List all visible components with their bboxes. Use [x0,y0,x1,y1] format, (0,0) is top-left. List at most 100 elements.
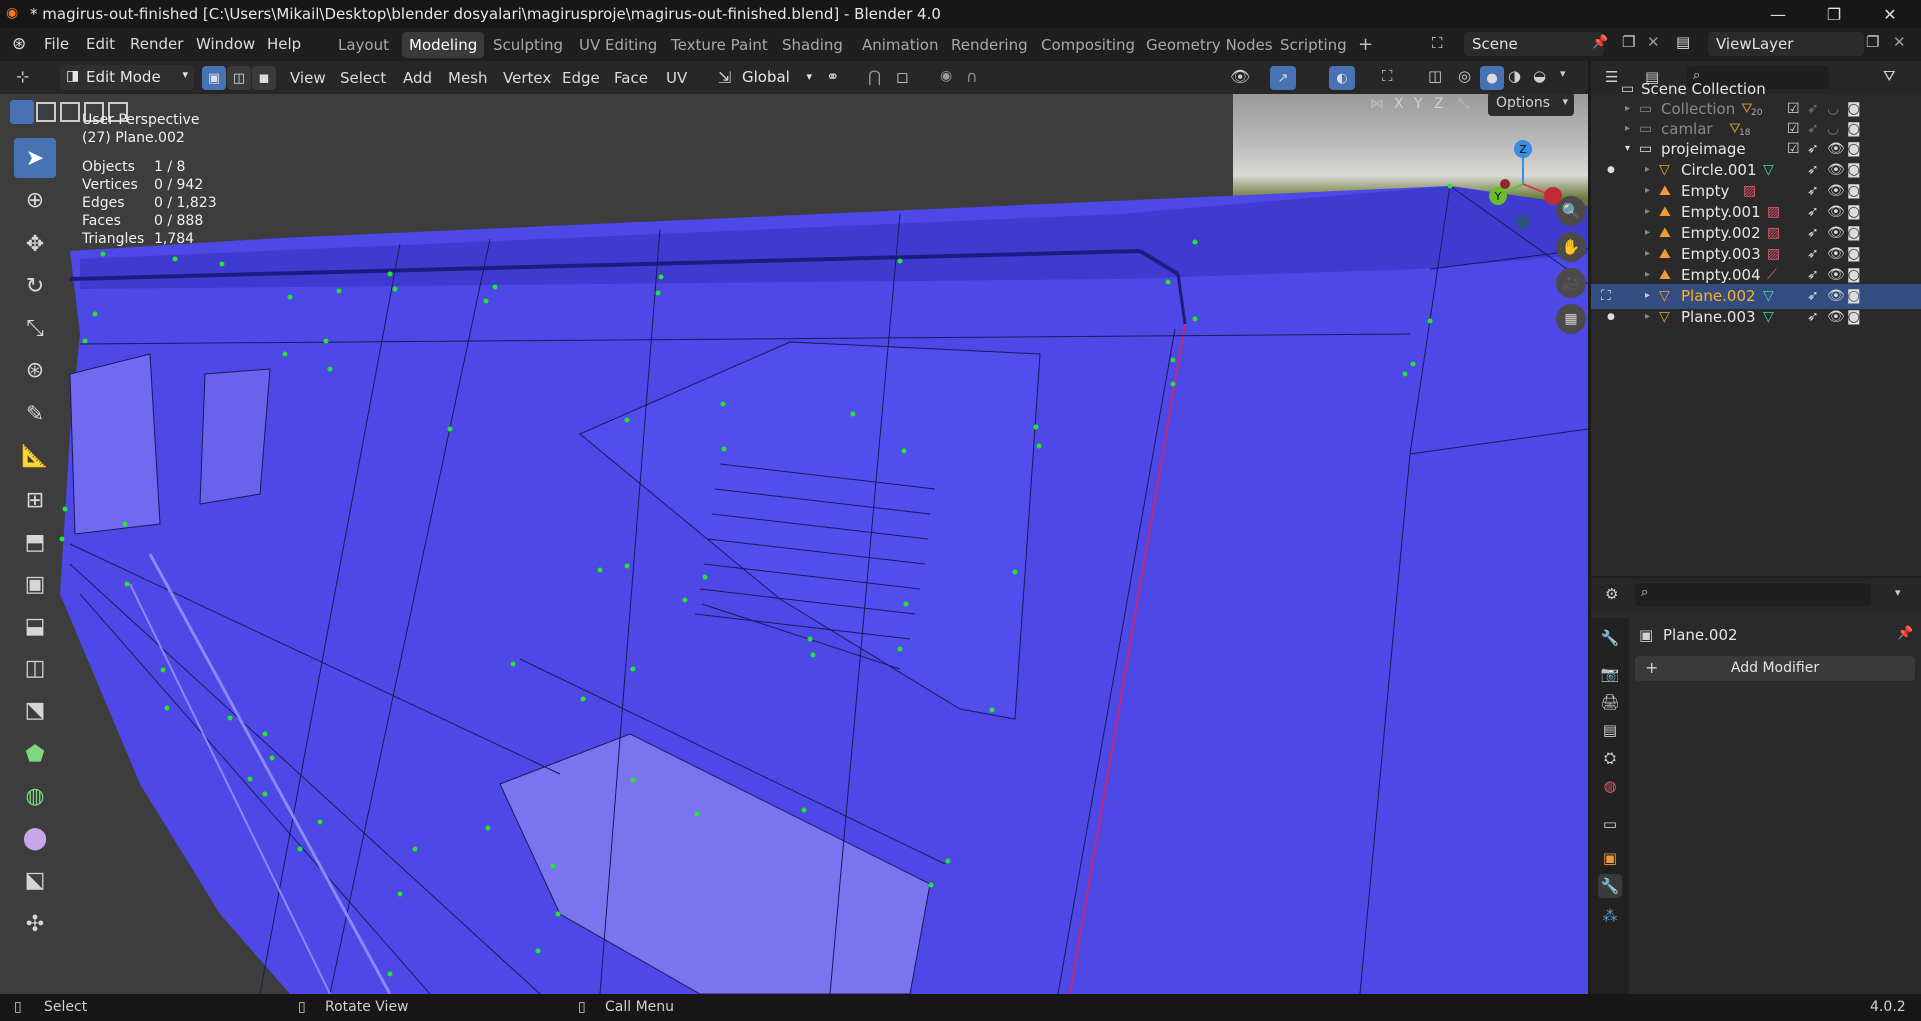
eye-icon[interactable]: 👁 [1827,162,1845,178]
extrude-tool[interactable]: ⬒ [14,522,56,562]
inset-tool[interactable]: ▣ [14,564,56,604]
checkbox-icon[interactable]: ☑ [1787,121,1800,137]
proportional-editing-icon[interactable]: ◉ [940,68,952,84]
snap-target-icon[interactable]: ◻ [896,68,908,86]
expand-arrow-icon[interactable]: ▸ [1645,269,1650,280]
loop-cut-tool[interactable]: ◫ [14,648,56,688]
properties-search-input[interactable]: ⌕ [1635,583,1871,606]
menu-help[interactable]: Help [267,35,301,53]
tab-modifiers[interactable]: 🔧 [1598,874,1622,898]
expand-arrow-icon[interactable]: ▸ [1645,206,1650,217]
scale-tool[interactable]: ⤡ [14,308,56,348]
camera-icon[interactable]: ◙ [1847,288,1861,304]
measure-tool[interactable]: 📐 [14,436,56,476]
overlays-toggle-button[interactable]: ◐ [1329,66,1355,90]
selectable-icon[interactable]: ➶ [1807,162,1819,178]
wireframe-shading-icon[interactable]: ◎ [1458,67,1471,85]
mirror-x-toggle[interactable]: X [1394,96,1404,112]
tab-shading[interactable]: Shading [775,32,850,58]
pin-icon[interactable]: 📌 [1897,626,1913,641]
tab-geometry-nodes[interactable]: Geometry Nodes [1139,32,1280,58]
new-view-layer-icon[interactable]: ❐ [1866,33,1879,51]
tab-animation[interactable]: Animation [855,32,945,58]
knife-tool[interactable]: ⬔ [14,690,56,730]
chevron-down-icon[interactable]: ▾ [1895,586,1901,599]
tab-rendering[interactable]: Rendering [944,32,1035,58]
eye-closed-icon[interactable]: ◡ [1827,121,1839,137]
eye-icon[interactable]: 👁 [1827,309,1845,325]
tab-sculpting[interactable]: Sculpting [486,32,570,58]
expand-arrow-icon[interactable]: ▸ [1645,311,1650,322]
move-tool[interactable]: ✥ [14,224,56,264]
menu-view[interactable]: View [290,69,326,87]
eye-icon[interactable]: 👁 [1827,267,1845,283]
scene-name-field[interactable]: Scene [1464,32,1604,56]
camera-icon[interactable]: ◙ [1847,141,1861,157]
outliner-row-plane-003[interactable]: ● ▸ ▽ Plane.003 ▽ ➶ 👁 ◙ [1591,305,1921,330]
view-layer-field[interactable]: ViewLayer [1708,32,1864,56]
cursor-tool[interactable]: ⊕ [14,180,56,220]
gizmo-toggle-button[interactable]: ↗ [1270,66,1296,90]
solid-shading-button[interactable]: ● [1480,66,1504,90]
snap-icon[interactable]: ⋂ [868,67,881,86]
add-modifier-button[interactable]: + Add Modifier [1635,656,1915,681]
mesh-edit-overlay-icon[interactable]: ⛶ [1382,67,1393,85]
select-box-tool[interactable]: ➤ [14,138,56,178]
eye-icon[interactable]: 👁 [1827,204,1845,220]
menu-vertex[interactable]: Vertex [503,69,551,87]
selectable-icon[interactable]: ➶ [1807,121,1819,137]
tab-texture-paint[interactable]: Texture Paint [664,32,775,58]
material-shading-icon[interactable]: ◑ [1508,67,1521,85]
menu-uv[interactable]: UV [666,69,687,87]
tab-view-layer[interactable]: ▤ [1598,718,1622,742]
mode-dropdown[interactable]: ◨ Edit Mode ▾ [60,65,194,90]
selectable-icon[interactable]: ➶ [1807,204,1819,220]
face-select-button[interactable]: ◼ [252,66,276,90]
menu-file[interactable]: File [44,35,69,53]
eye-closed-icon[interactable]: ◡ [1827,101,1839,117]
add-cube-tool[interactable]: ⊞ [14,480,56,520]
tab-output[interactable]: 🖨 [1598,690,1622,714]
perspective-toggle-button[interactable]: ▦ [1556,304,1586,334]
camera-view-button[interactable]: 🎥 [1556,268,1586,298]
pivot-point-icon[interactable]: ⚭ [826,67,839,86]
add-workspace-icon[interactable]: + [1358,34,1373,55]
shear-tool[interactable]: ⬕ [14,860,56,900]
tab-tool[interactable]: 🔧 [1598,626,1622,650]
camera-icon[interactable]: ◙ [1847,121,1861,137]
close-icon[interactable]: ✕ [1862,0,1918,28]
bevel-tool[interactable]: ⬓ [14,606,56,646]
eye-icon[interactable]: 👁 [1827,246,1845,262]
shading-options-chevron-icon[interactable]: ▾ [1560,67,1566,80]
eye-icon[interactable]: 👁 [1827,141,1845,157]
shrink-fatten-tool[interactable]: ✣ [14,904,56,944]
annotate-tool[interactable]: ✎ [14,394,56,434]
gizmo-neg-z[interactable] [1516,215,1530,229]
pan-button[interactable]: ✋ [1556,232,1586,262]
edge-select-button[interactable]: ◫ [227,66,251,90]
transform-orientation-dropdown[interactable]: Global ▾ [738,66,816,90]
selectable-icon[interactable]: ➶ [1807,267,1819,283]
smooth-tool[interactable]: ⬤ [14,818,56,858]
scene-selector-icon[interactable]: ⛶ [1432,34,1443,52]
menu-face[interactable]: Face [614,69,648,87]
camera-icon[interactable]: ◙ [1847,162,1861,178]
expand-arrow-icon[interactable]: ▸ [1645,227,1650,238]
menu-edge[interactable]: Edge [562,69,600,87]
eye-icon[interactable]: 👁 [1827,225,1845,241]
tab-modeling[interactable]: Modeling [402,32,485,58]
menu-window[interactable]: Window [196,35,255,53]
gizmo-neg-x[interactable] [1500,179,1510,189]
new-scene-icon[interactable]: ❐ [1622,33,1635,51]
menu-render[interactable]: Render [130,35,183,53]
selectable-icon[interactable]: ➶ [1807,309,1819,325]
zoom-button[interactable]: 🔍 [1556,196,1586,226]
menu-mesh[interactable]: Mesh [448,69,488,87]
view-layer-selector-icon[interactable]: ▤ [1676,33,1690,51]
restore-icon[interactable]: ❐ [1806,0,1862,28]
expand-arrow-icon[interactable]: ▸ [1645,185,1650,196]
collapse-arrow-icon[interactable]: ▾ [1625,143,1630,154]
falloff-icon[interactable]: ∩ [966,67,978,86]
tab-compositing[interactable]: Compositing [1034,32,1142,58]
camera-icon[interactable]: ◙ [1847,309,1861,325]
